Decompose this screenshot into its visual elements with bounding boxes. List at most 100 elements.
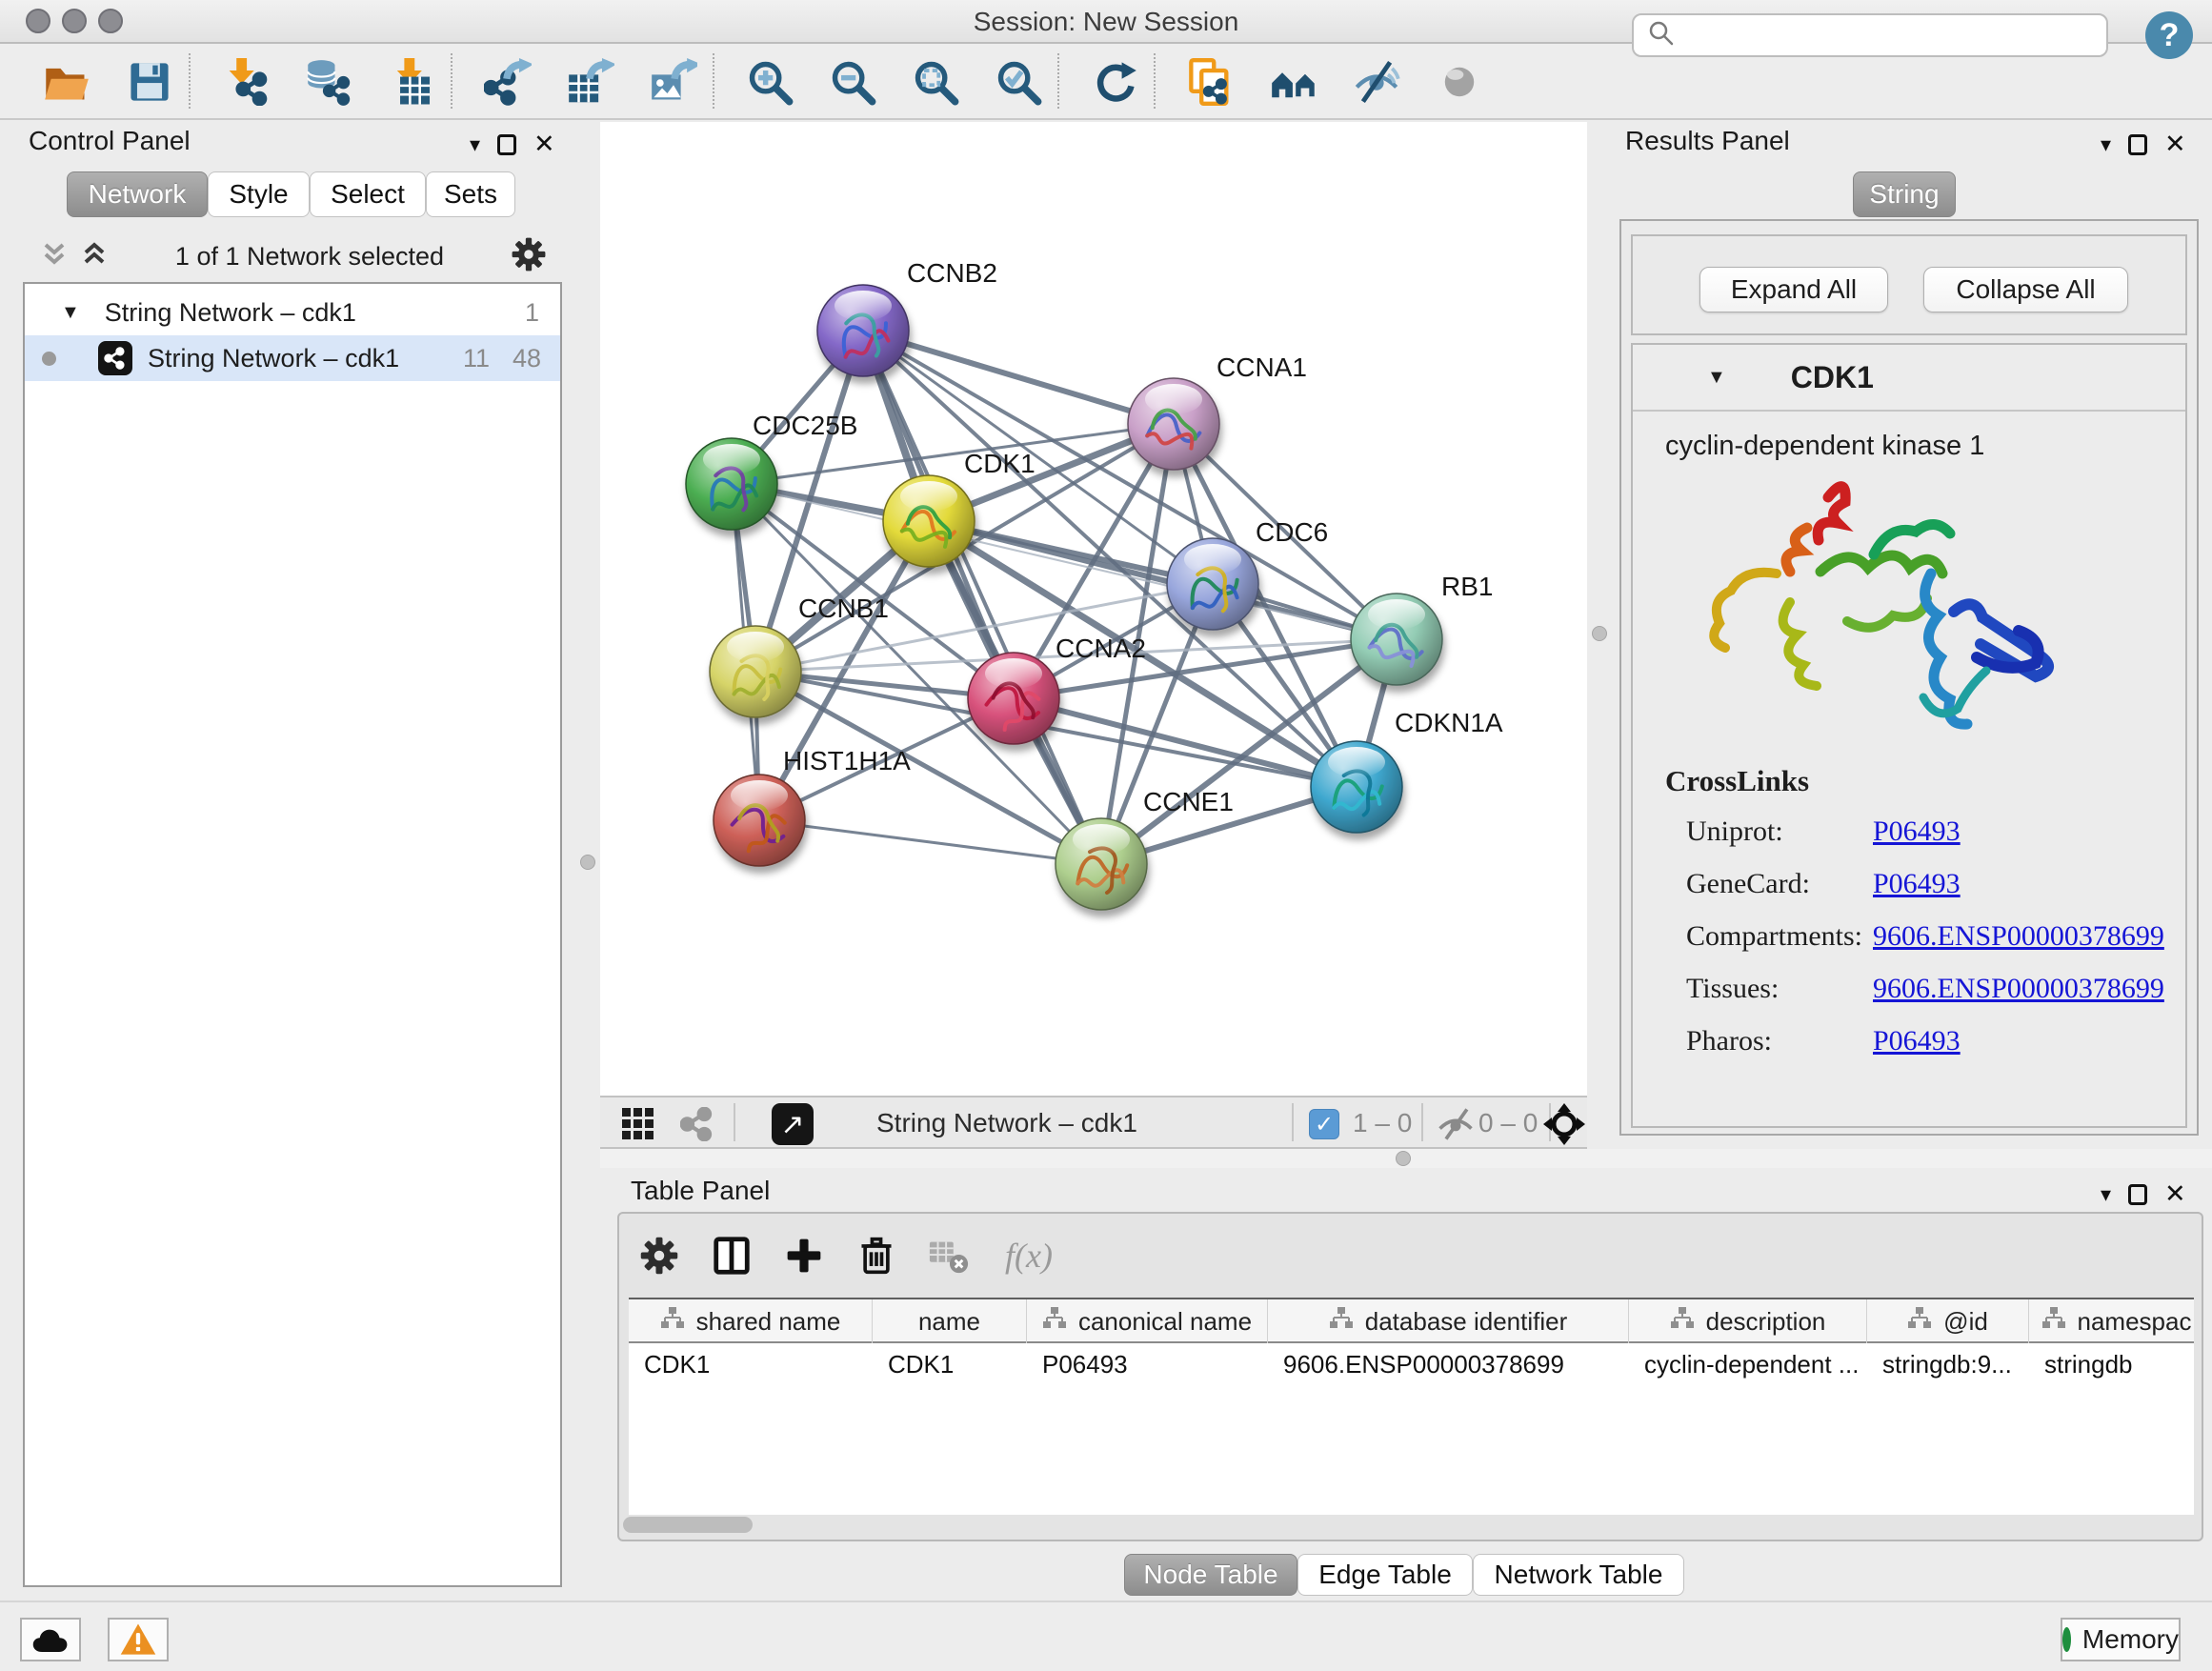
crosslink-link[interactable]: P06493 (1873, 868, 1961, 900)
collapse-all-icon[interactable] (40, 239, 69, 274)
show-all-icon[interactable] (1435, 57, 1484, 107)
edge-B2-E1[interactable] (863, 331, 1101, 864)
column-header-name[interactable]: name (873, 1299, 1027, 1343)
node-CCNA2[interactable] (968, 653, 1059, 744)
import-database-icon[interactable] (304, 57, 353, 107)
selected-checkbox-icon[interactable]: ✓ (1309, 1109, 1339, 1139)
node-CCNE1[interactable] (1056, 818, 1147, 910)
search-box[interactable] (1632, 13, 2108, 57)
expand-up-icon[interactable] (80, 239, 109, 274)
cell[interactable]: CDK1 (629, 1345, 873, 1383)
help-button[interactable]: ? (2145, 11, 2193, 59)
right-splitter-grip[interactable] (1592, 626, 1607, 641)
node-CDC6[interactable] (1167, 538, 1258, 630)
column-header-description[interactable]: description (1629, 1299, 1867, 1343)
memory-button[interactable]: Memory (2061, 1618, 2181, 1661)
current-network-dot-icon (42, 352, 56, 366)
node-CDK1[interactable] (883, 475, 975, 567)
collapse-panel-icon[interactable]: ▾ (2101, 132, 2111, 157)
edge-H1-E1[interactable] (759, 820, 1101, 864)
refresh-icon[interactable] (1090, 57, 1139, 107)
close-panel-icon[interactable]: ✕ (533, 130, 555, 159)
column-header-database-identifier[interactable]: database identifier (1268, 1299, 1629, 1343)
search-input[interactable] (1683, 20, 2106, 51)
column-header--id[interactable]: @id (1867, 1299, 2029, 1343)
float-panel-icon[interactable] (2128, 1184, 2147, 1205)
zoom-selected-icon[interactable] (994, 57, 1043, 107)
node-RB1[interactable] (1351, 594, 1442, 685)
chevron-down-icon[interactable]: ▼ (1707, 367, 1726, 389)
node-CDC25B[interactable] (686, 438, 777, 530)
zoom-in-icon[interactable] (745, 57, 794, 107)
node-CCNA1[interactable] (1128, 378, 1219, 470)
tab-select[interactable]: Select (310, 171, 426, 217)
chevron-down-icon[interactable]: ▼ (61, 302, 80, 324)
open-in-window-icon[interactable]: ↗ (768, 1099, 817, 1149)
close-panel-icon[interactable]: ✕ (2164, 130, 2186, 159)
tab-string[interactable]: String (1853, 171, 1956, 217)
left-splitter-grip[interactable] (580, 855, 595, 870)
cell[interactable]: stringdb (2029, 1345, 2194, 1383)
crosslink-link[interactable]: P06493 (1873, 815, 1961, 848)
expand-all-button[interactable]: Expand All (1699, 267, 1888, 312)
cell[interactable]: P06493 (1027, 1345, 1268, 1383)
zoom-out-icon[interactable] (828, 57, 877, 107)
horizontal-scrollbar-thumb[interactable] (623, 1517, 753, 1533)
tab-edge-table[interactable]: Edge Table (1297, 1554, 1473, 1596)
tab-sets[interactable]: Sets (426, 171, 515, 217)
export-image-icon[interactable] (649, 57, 698, 107)
close-panel-icon[interactable]: ✕ (2164, 1179, 2186, 1209)
tab-node-table[interactable]: Node Table (1124, 1554, 1297, 1596)
tab-network-table[interactable]: Network Table (1473, 1554, 1684, 1596)
node-CDKN1A[interactable] (1311, 741, 1402, 833)
tab-style[interactable]: Style (208, 171, 310, 217)
first-neighbors-icon[interactable] (1269, 57, 1318, 107)
node-CCNB1[interactable] (710, 626, 801, 717)
zoom-fit-icon[interactable] (911, 57, 960, 107)
float-panel-icon[interactable] (497, 134, 516, 155)
open-icon[interactable] (42, 57, 91, 107)
crosslink-link[interactable]: 9606.ENSP00000378699 (1873, 973, 2164, 1005)
collapse-panel-icon[interactable]: ▾ (2101, 1182, 2111, 1207)
network-row-selected[interactable]: String Network – cdk1 11 48 (25, 335, 560, 381)
hide-selected-icon[interactable] (1352, 57, 1401, 107)
import-table-icon[interactable] (387, 57, 436, 107)
show-columns-icon[interactable] (707, 1231, 756, 1280)
node-label-HIST1H1A: HIST1H1A (783, 746, 911, 775)
gear-icon[interactable] (511, 236, 547, 277)
cloud-status-button[interactable] (20, 1618, 81, 1661)
collapse-panel-icon[interactable]: ▾ (470, 132, 480, 157)
import-network-icon[interactable] (221, 57, 271, 107)
network-collection-row[interactable]: ▼ String Network – cdk1 1 (25, 290, 560, 335)
node-label-RB1: RB1 (1441, 572, 1493, 601)
float-panel-icon[interactable] (2128, 134, 2147, 155)
collapse-all-button[interactable]: Collapse All (1923, 267, 2128, 312)
crosslink-link[interactable]: 9606.ENSP00000378699 (1873, 920, 2164, 953)
column-header-shared-name[interactable]: shared name (629, 1299, 873, 1343)
warning-status-button[interactable] (108, 1618, 169, 1661)
edge-B2-A1[interactable] (863, 331, 1174, 424)
save-icon[interactable] (125, 57, 174, 107)
splitter-grip[interactable] (1396, 1151, 1411, 1166)
export-table-icon[interactable] (566, 57, 615, 107)
delete-columns-trash-icon[interactable] (852, 1231, 901, 1280)
share-network-icon[interactable] (673, 1099, 722, 1149)
column-header-canonical-name[interactable]: canonical name (1027, 1299, 1268, 1343)
column-header-namespac[interactable]: namespac (2029, 1299, 2194, 1343)
node-HIST1H1A[interactable] (714, 775, 805, 866)
cell[interactable]: stringdb:9... (1867, 1345, 2029, 1383)
export-network-icon[interactable] (483, 57, 533, 107)
cell[interactable]: cyclin-dependent ... (1629, 1345, 1867, 1383)
tab-network[interactable]: Network (67, 171, 208, 217)
node-CCNB2[interactable] (817, 285, 909, 376)
network-canvas[interactable]: CCNB2CCNA1CDC25BCDK1CDC6RB1CCNB1CCNA2CDK… (600, 122, 1587, 1096)
create-column-plus-icon[interactable] (779, 1231, 829, 1280)
cell[interactable]: 9606.ENSP00000378699 (1268, 1345, 1629, 1383)
cell[interactable]: CDK1 (873, 1345, 1027, 1383)
fit-selected-crosshair-icon[interactable] (1539, 1099, 1589, 1149)
birdseye-grid-icon[interactable] (613, 1099, 663, 1149)
gene-section-header[interactable]: ▼ CDK1 (1633, 345, 2185, 412)
crosslink-link[interactable]: P06493 (1873, 1025, 1961, 1057)
table-settings-gear-icon[interactable] (634, 1231, 684, 1280)
clone-network-icon[interactable] (1186, 57, 1236, 107)
